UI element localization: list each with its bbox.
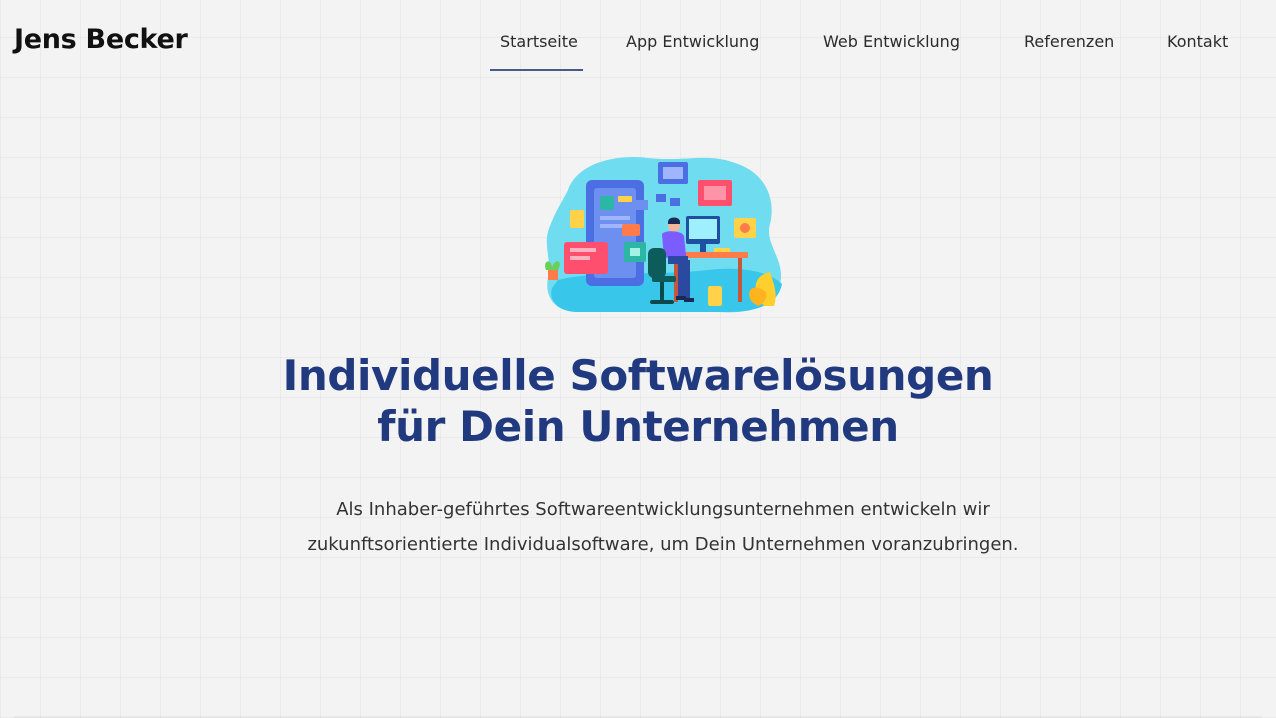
hero-subtitle-line: zukunftsorientierte Individualsoftware, … [307,534,1019,555]
nav-item-label: Referenzen [1024,32,1115,51]
brand-logo[interactable]: Jens Becker [14,22,188,58]
nav-item-label: Kontakt [1167,32,1229,51]
nav-item-referenzen[interactable]: Referenzen [1024,0,1114,72]
site-header: Jens Becker Startseite App Entwicklung W… [0,0,1276,82]
hero-subtitle-line: Als Inhaber-geführtes Softwareentwicklun… [336,499,990,520]
nav-item-app-entwicklung[interactable]: App Entwicklung [626,0,759,72]
hero-subtitle: Als Inhaber-geführtes Softwareentwicklun… [0,492,1276,562]
developer-at-desk-illustration [538,152,788,316]
hero-title-line: für Dein Unternehmen [377,402,899,451]
nav-item-kontakt[interactable]: Kontakt [1167,0,1228,72]
nav-item-label: Startseite [500,32,578,51]
hero-title: Individuelle Softwarelösungen für Dein U… [0,350,1276,452]
nav-item-label: App Entwicklung [626,32,760,51]
nav-item-label: Web Entwicklung [823,32,960,51]
hero-title-line: Individuelle Softwarelösungen [282,351,994,400]
nav-item-startseite[interactable]: Startseite [490,0,583,72]
nav-item-web-entwicklung[interactable]: Web Entwicklung [823,0,960,72]
